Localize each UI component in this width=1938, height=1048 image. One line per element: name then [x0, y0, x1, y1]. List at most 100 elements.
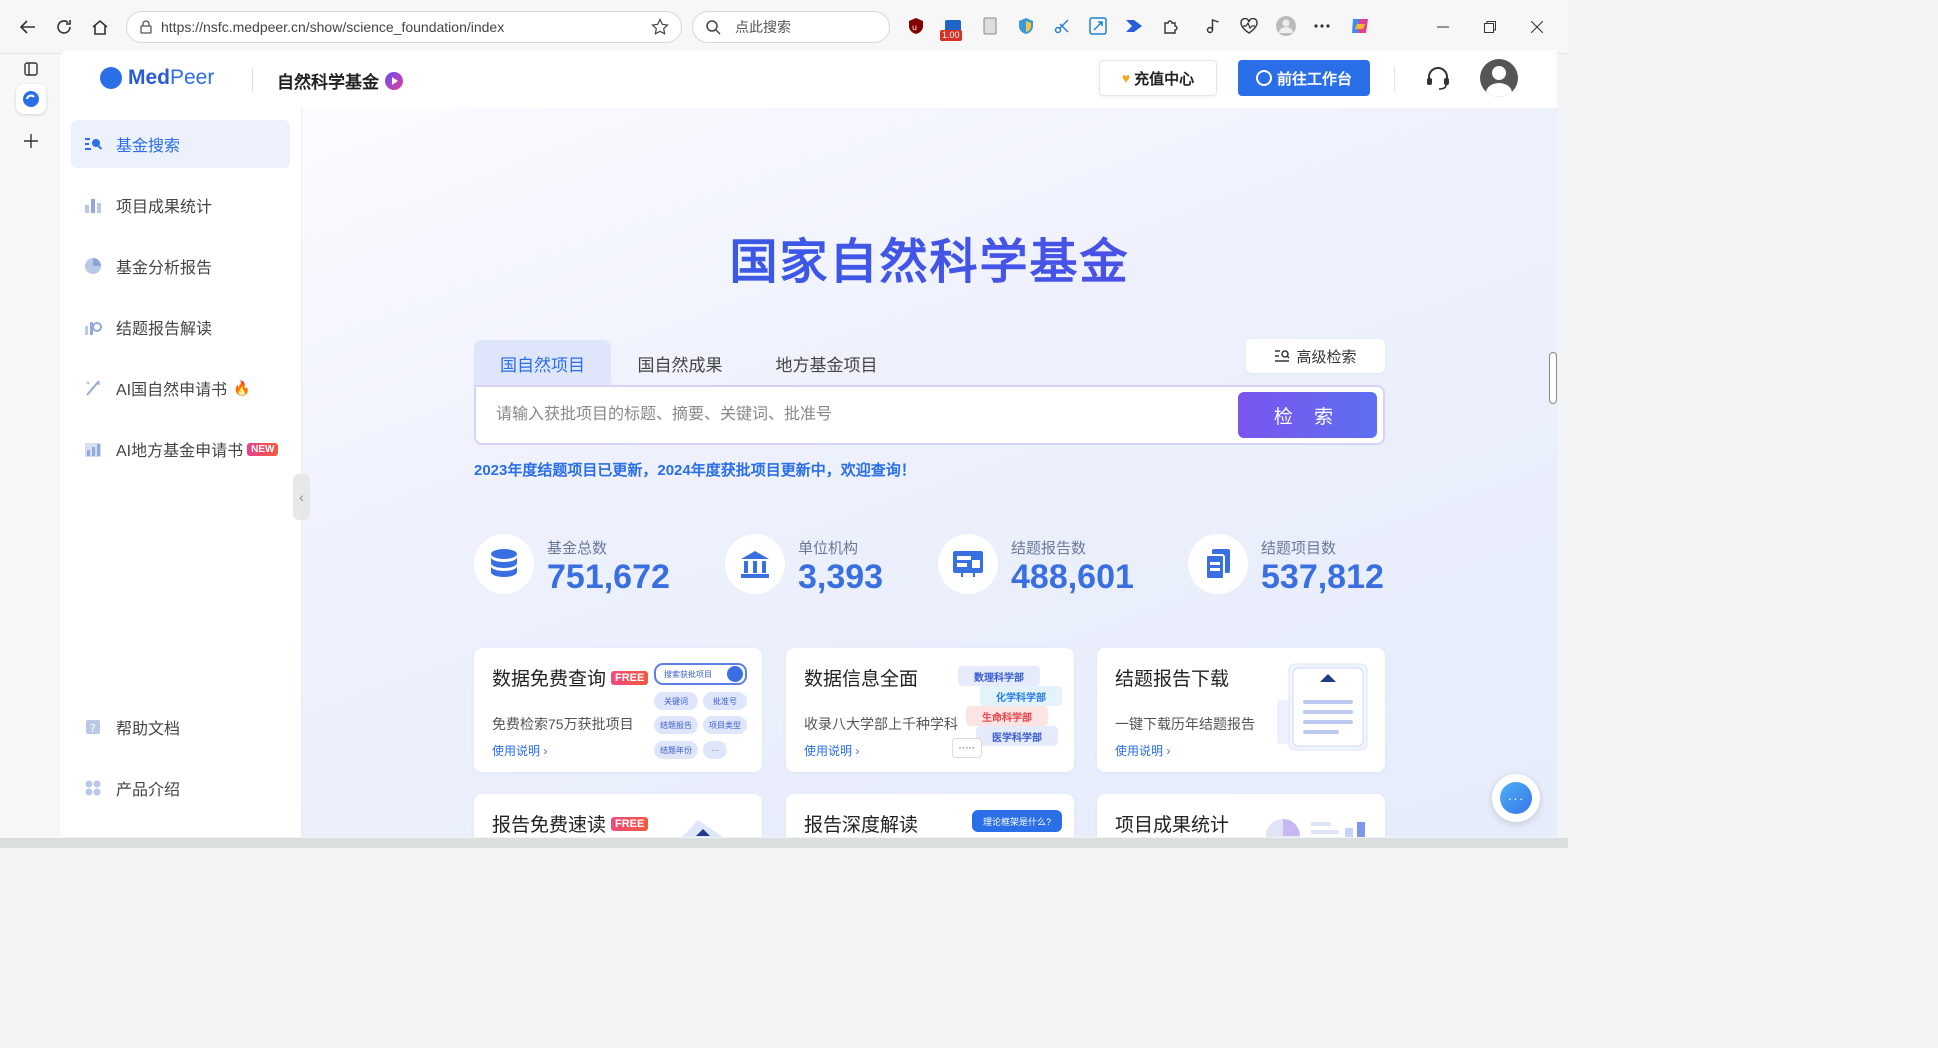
site-info-icon[interactable] [139, 20, 153, 34]
dept-tag: 化学科学部 [980, 686, 1062, 706]
new-badge: NEW [247, 442, 279, 456]
copilot-icon[interactable] [1349, 15, 1371, 37]
card-title: 报告免费速读 [492, 815, 607, 836]
card-description: 一键下载历年结题报告 [1115, 716, 1255, 732]
ublock-icon[interactable]: u [905, 15, 927, 37]
sidebar-item-label: 基金搜索 [116, 138, 181, 155]
help-icon: ? [83, 717, 103, 737]
header-divider [252, 68, 253, 92]
main-content: 国家自然科学基金 国自然项目 国自然成果 地方基金项目 高级检索 检 索 202… [302, 108, 1557, 837]
heart-rate-icon[interactable] [1238, 15, 1260, 37]
card-report-download[interactable]: 结题报告下载 一键下载历年结题报告 使用说明 › [1097, 648, 1385, 772]
advanced-search-icon [1275, 350, 1291, 362]
back-icon[interactable] [14, 13, 42, 41]
sidebar-item-fund-report[interactable]: 基金分析报告 [71, 242, 290, 290]
sidebar-item-label: 项目成果统计 [116, 199, 213, 216]
card-title: 项目成果统计 [1115, 815, 1230, 836]
web-page: MedPeer 自然科学基金 ♥ 充值中心 前往工作台 基金搜索 项目成果统计 [60, 50, 1557, 837]
more-icon[interactable] [1311, 15, 1333, 37]
fund-search-box: 检 索 [474, 385, 1385, 445]
sidebar-item-report-interpretation[interactable]: 结题报告解读 [71, 303, 290, 351]
arrow-ext-icon[interactable] [1123, 15, 1145, 37]
medpeer-tab-icon[interactable] [16, 84, 46, 114]
card-project-achievement-stats[interactable]: 项目成果统计 [1097, 794, 1385, 837]
ai-chart-icon [83, 439, 103, 459]
sidebar-item-ai-nsfc-proposal[interactable]: AI国自然申请书 🔥 [71, 364, 290, 412]
page-scrollbar[interactable] [1549, 352, 1557, 404]
card-title: 数据信息全面 [804, 669, 919, 690]
workspace-button[interactable]: 前往工作台 [1238, 60, 1370, 96]
user-avatar[interactable] [1480, 59, 1518, 97]
sidebar-item-label: 结题报告解读 [116, 321, 213, 338]
svg-text:?: ? [90, 722, 96, 735]
database-icon [474, 534, 534, 594]
tab-actions-icon[interactable] [16, 54, 46, 84]
sidebar-item-fund-search[interactable]: 基金搜索 [71, 120, 290, 168]
home-icon[interactable] [86, 13, 114, 41]
search-button[interactable]: 检 索 [1238, 392, 1377, 438]
hero-title: 国家自然科学基金 [302, 222, 1557, 292]
chat-assistant-button[interactable]: ··· [1492, 774, 1540, 822]
card-comprehensive-data[interactable]: 数据信息全面 收录八大学部上千种学科 使用说明 › 数理科学部 化学科学部 生命… [786, 648, 1074, 772]
sidebar-item-label: 帮助文档 [116, 721, 181, 738]
tab-nsfc-projects[interactable]: 国自然项目 [474, 340, 611, 386]
puzzle-icon[interactable] [1160, 15, 1182, 37]
scissors-icon[interactable] [1051, 15, 1073, 37]
diamond-icon: ♥ [1121, 70, 1131, 86]
search-icon [706, 20, 721, 35]
dept-tag: 生命科学部 [966, 706, 1048, 726]
usage-guide-link[interactable]: 使用说明 › [492, 742, 547, 759]
card-report-deep-interpretation[interactable]: 报告深度解读 理论框架是什么? [786, 794, 1074, 837]
tab-local-fund-projects[interactable]: 地方基金项目 [764, 340, 889, 386]
report-chart-icon [83, 317, 103, 337]
recharge-button[interactable]: ♥ 充值中心 [1099, 60, 1217, 96]
new-tab-icon[interactable] [16, 126, 46, 156]
url-text[interactable]: https://nsfc.medpeer.cn/show/science_fou… [161, 19, 651, 35]
search-icon [727, 666, 743, 682]
collapse-sidebar-button[interactable]: ‹ [293, 474, 310, 520]
headset-support-icon[interactable] [1424, 64, 1452, 92]
shield-ext-icon[interactable] [1015, 15, 1037, 37]
hot-flame-icon: 🔥 [233, 379, 251, 396]
card-free-report-reading[interactable]: 报告免费速读 FREE [474, 794, 762, 837]
fund-search-input[interactable] [496, 387, 1236, 443]
card-chip: 结题年份 [654, 741, 698, 759]
card-title: 数据免费查询 [492, 669, 607, 690]
documents-icon [1188, 534, 1248, 594]
sidebar-item-project-stats[interactable]: 项目成果统计 [71, 181, 290, 229]
site-title-text: 自然科学基金 [277, 73, 379, 92]
workspace-label: 前往工作台 [1276, 70, 1352, 88]
sidebar-item-help-docs[interactable]: ? 帮助文档 [71, 703, 290, 751]
extension-badge: 1.00 [940, 30, 962, 41]
translate-icon[interactable] [1087, 15, 1109, 37]
card-question-chip: 理论框架是什么? [972, 810, 1062, 832]
browser-search-box[interactable]: 点此搜索 [692, 11, 890, 43]
workspace-icon [1255, 70, 1272, 86]
favorite-star-icon[interactable] [651, 18, 669, 36]
sidebar-item-product-intro[interactable]: 产品介绍 [71, 764, 290, 812]
tab-nsfc-achievements[interactable]: 国自然成果 [611, 340, 749, 386]
stat-value: 3,393 [798, 558, 884, 596]
reader-icon[interactable] [979, 15, 1001, 37]
card-search-chip: 搜索获批项目 [654, 663, 747, 685]
usage-guide-link[interactable]: 使用说明 › [1115, 742, 1170, 759]
usage-guide-link[interactable]: 使用说明 › [804, 742, 859, 759]
minimize-icon[interactable] [1430, 14, 1456, 40]
sidebar-item-label: AI地方基金申请书 [116, 443, 244, 460]
profile-icon[interactable] [1275, 15, 1297, 37]
play-video-icon[interactable] [385, 71, 403, 90]
card-free-data-query[interactable]: 数据免费查询 FREE 免费检索75万获批项目 使用说明 › 搜索获批项目 关键词… [474, 648, 762, 772]
sidebar-item-ai-local-fund-proposal[interactable]: AI地方基金申请书 NEW [71, 425, 290, 473]
refresh-icon[interactable] [50, 13, 78, 41]
music-icon[interactable] [1202, 15, 1224, 37]
address-bar[interactable]: https://nsfc.medpeer.cn/show/science_fou… [126, 11, 682, 43]
pie-chart-icon [83, 256, 103, 276]
medpeer-logo[interactable]: Med Peer [100, 66, 214, 90]
update-notice: 2023年度结题项目已更新，2024年度获批项目更新中，欢迎查询！ [474, 462, 916, 479]
book-illustration-icon [682, 820, 723, 837]
close-icon[interactable] [1524, 14, 1550, 40]
restore-icon[interactable] [1477, 14, 1503, 40]
sidebar: 基金搜索 项目成果统计 基金分析报告 结题报告解读 AI国自然申请书 🔥 AI地… [60, 108, 302, 837]
card-chip: ··· [703, 741, 727, 759]
advanced-search-button[interactable]: 高级检索 [1246, 339, 1385, 373]
